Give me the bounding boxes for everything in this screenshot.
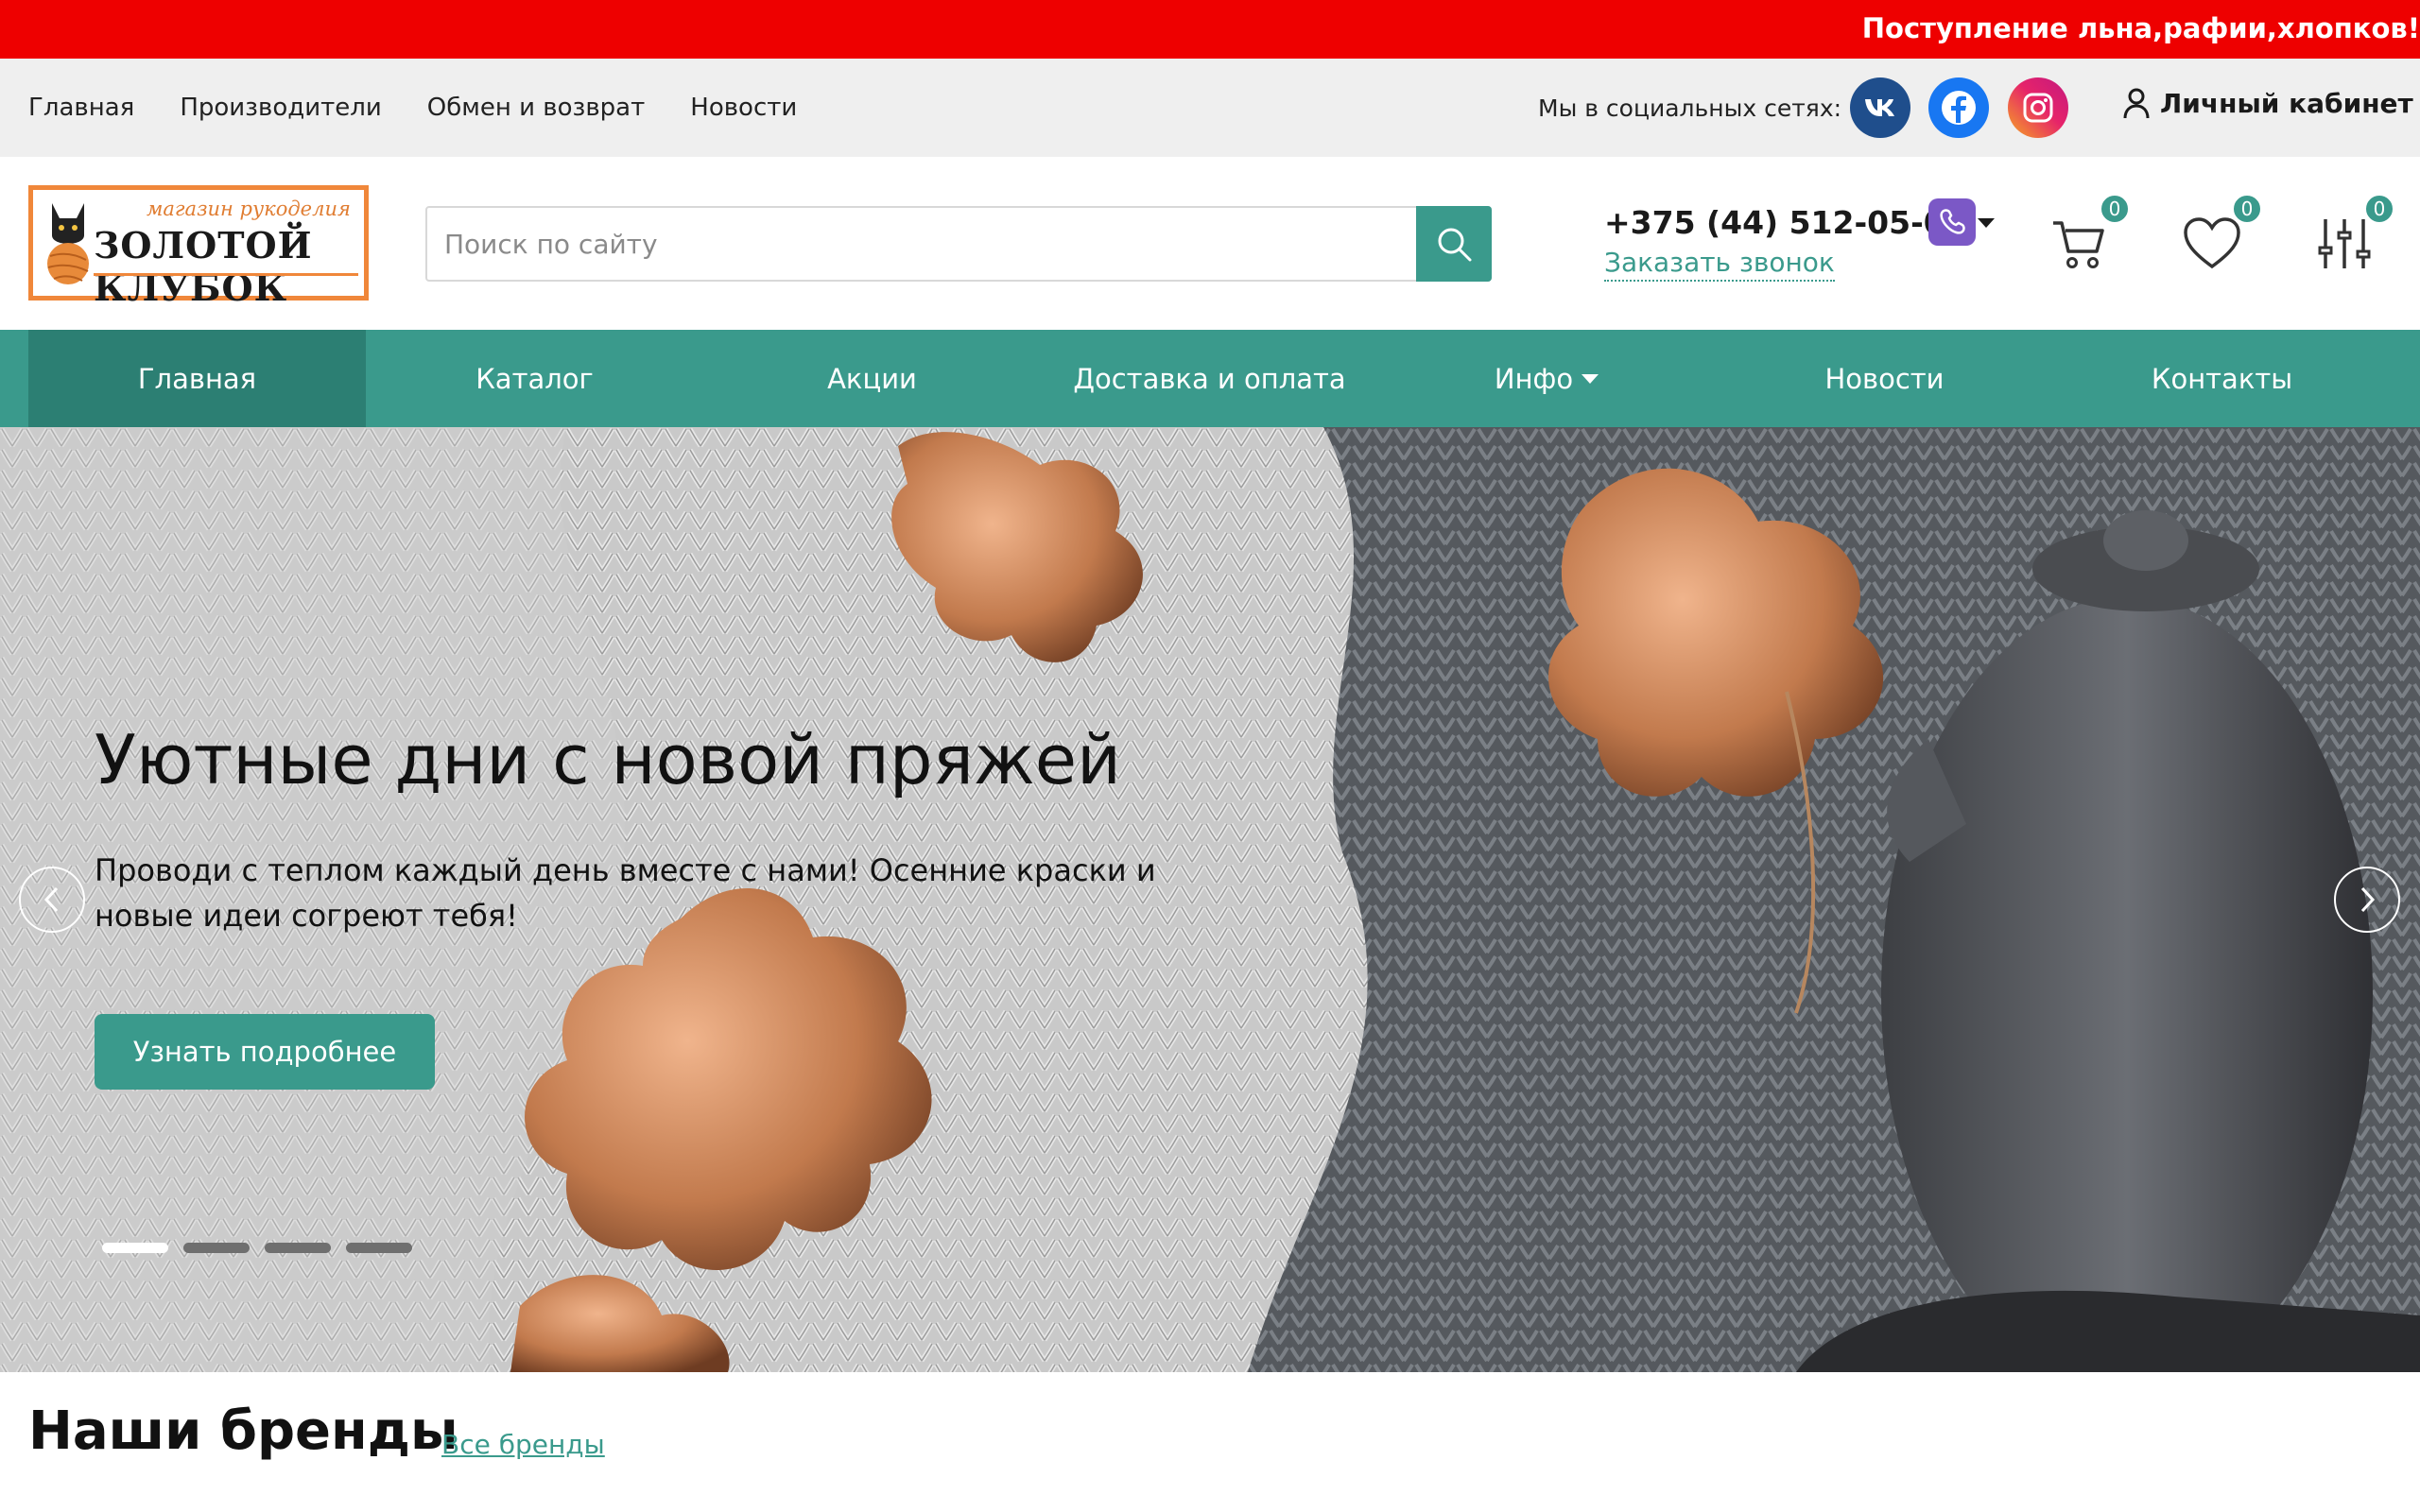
top-nav-home[interactable]: Главная bbox=[28, 94, 134, 122]
viber-icon[interactable] bbox=[1928, 198, 1976, 246]
phone-number: +375 (44) 512-05-06 bbox=[1604, 204, 1967, 241]
vk-icon[interactable] bbox=[1850, 77, 1910, 138]
slider-dot[interactable] bbox=[102, 1243, 168, 1253]
logo[interactable]: магазин рукоделия ЗОЛОТОЙ КЛУБОК bbox=[28, 185, 369, 309]
main-nav-catalog[interactable]: Каталог bbox=[366, 330, 703, 427]
main-nav-delivery[interactable]: Доставка и оплата bbox=[1041, 330, 1378, 427]
announcement-bar: Поступление льна,рафии,хлопков! bbox=[0, 0, 2420, 59]
logo-subtitle: магазин рукоделия bbox=[147, 198, 351, 220]
compare-count-badge: 0 bbox=[2363, 193, 2395, 225]
hero-learn-more-button[interactable]: Узнать подробнее bbox=[95, 1014, 435, 1090]
chevron-right-icon bbox=[2360, 886, 2376, 913]
search-button[interactable] bbox=[1416, 206, 1492, 282]
brands-section-title: Наши бренды bbox=[28, 1400, 458, 1462]
account-label: Личный кабинет bbox=[2160, 87, 2413, 119]
slider-dot[interactable] bbox=[183, 1243, 250, 1253]
facebook-icon[interactable] bbox=[1928, 77, 1989, 138]
search-input[interactable] bbox=[444, 227, 1399, 261]
callback-link[interactable]: Заказать звонок bbox=[1604, 247, 1835, 282]
top-nav-manufacturers[interactable]: Производители bbox=[180, 94, 381, 122]
slider-next-button[interactable] bbox=[2334, 867, 2400, 933]
slider-pagination bbox=[102, 1243, 412, 1253]
favorites-button[interactable]: 0 bbox=[2182, 193, 2263, 274]
main-nav: Главная Каталог Акции Доставка и оплата … bbox=[0, 330, 2420, 427]
caret-down-icon bbox=[1977, 217, 1995, 228]
social-label: Мы в социальных сетях: bbox=[1538, 94, 1842, 122]
search-box bbox=[425, 206, 1492, 282]
top-nav-news[interactable]: Новости bbox=[690, 94, 797, 122]
all-brands-link[interactable]: Все бренды bbox=[441, 1429, 605, 1460]
slider-prev-button[interactable] bbox=[19, 867, 85, 933]
account-link[interactable]: Личный кабинет bbox=[2122, 87, 2413, 119]
user-icon bbox=[2123, 88, 2150, 119]
cart-count-badge: 0 bbox=[2099, 193, 2131, 225]
heart-icon bbox=[2184, 217, 2240, 269]
main-nav-home[interactable]: Главная bbox=[28, 330, 366, 427]
chevron-left-icon bbox=[43, 886, 59, 913]
slider-dot[interactable] bbox=[346, 1243, 412, 1253]
main-nav-contacts[interactable]: Контакты bbox=[2053, 330, 2391, 427]
hero-slider: Уютные дни с новой пряжей Проводи с тепл… bbox=[0, 427, 2420, 1372]
logo-underline bbox=[94, 273, 358, 276]
main-nav-info-label: Инфо bbox=[1494, 362, 1574, 395]
announcement-text: Поступление льна,рафии,хлопков! bbox=[1861, 12, 2420, 44]
top-bar: Главная Производители Обмен и возврат Но… bbox=[0, 59, 2420, 157]
cat-logo-icon bbox=[47, 203, 89, 284]
slider-dot[interactable] bbox=[265, 1243, 331, 1253]
search-icon bbox=[1438, 228, 1472, 262]
logo-title: ЗОЛОТОЙ КЛУБОК bbox=[94, 224, 313, 309]
cart-icon bbox=[2053, 221, 2104, 268]
caret-down-icon bbox=[1582, 373, 1599, 384]
top-nav-exchange[interactable]: Обмен и возврат bbox=[427, 94, 646, 122]
main-nav-info[interactable]: Инфо bbox=[1378, 330, 1716, 427]
compare-sliders-icon bbox=[2318, 219, 2371, 268]
favorites-count-badge: 0 bbox=[2231, 193, 2263, 225]
instagram-icon[interactable] bbox=[2008, 77, 2068, 138]
top-nav: Главная Производители Обмен и возврат Но… bbox=[28, 59, 797, 157]
hero-description: Проводи с теплом каждый день вместе с на… bbox=[95, 852, 1156, 934]
compare-button[interactable]: 0 bbox=[2314, 193, 2395, 274]
header: магазин рукоделия ЗОЛОТОЙ КЛУБОК +375 (4… bbox=[0, 157, 2420, 330]
hero-title: Уютные дни с новой пряжей bbox=[95, 720, 1121, 799]
cart-button[interactable]: 0 bbox=[2049, 193, 2131, 274]
main-nav-sales[interactable]: Акции bbox=[703, 330, 1041, 427]
main-nav-news[interactable]: Новости bbox=[1716, 330, 2053, 427]
